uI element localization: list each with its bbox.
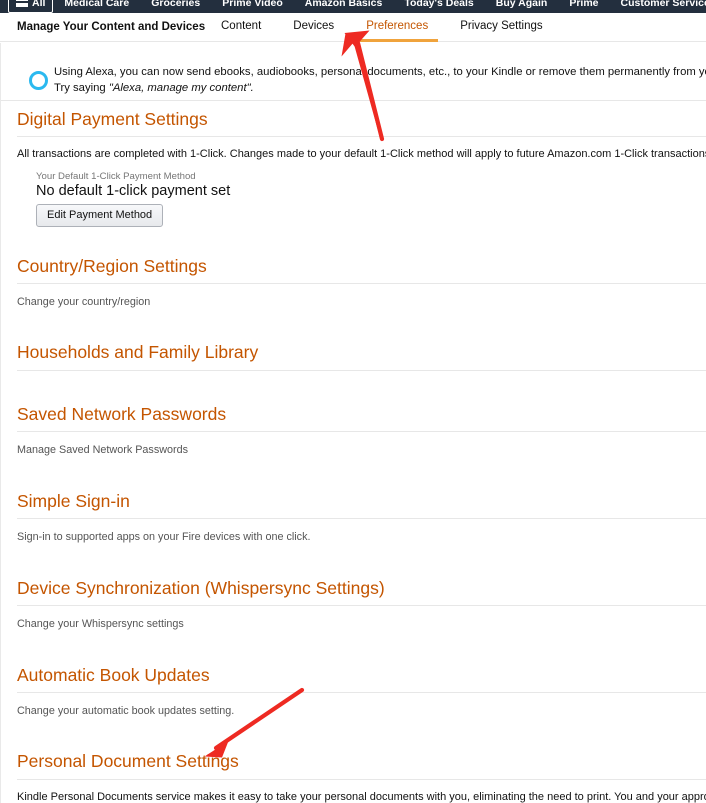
heading-simple-sign-in: Simple Sign-in [17,491,130,511]
alexa-banner-line-2-quote: "Alexa, manage my content". [108,81,254,94]
alexa-banner-line-1: Using Alexa, you can now send ebooks, au… [54,66,706,78]
global-navigation-bar: All Medical Care Groceries Prime Video A… [0,0,706,13]
tab-content[interactable]: Content [205,13,277,42]
description-digital-payment-settings: All transactions are completed with 1-Cl… [17,148,706,160]
rule-automatic-book-updates [17,692,706,693]
description-automatic-book-updates[interactable]: Change your automatic book updates setti… [17,705,234,717]
hamburger-menu-icon [16,0,28,7]
alexa-banner-line-2: Try saying "Alexa, manage my content". [54,81,706,97]
global-nav-link-todays-deals[interactable]: Today's Deals [393,0,484,13]
rule-simple-sign-in [17,518,706,519]
description-simple-sign-in[interactable]: Sign-in to supported apps on your Fire d… [17,531,310,543]
global-nav-link-medical-care[interactable]: Medical Care [53,0,140,13]
left-edge-rule [0,43,1,803]
manage-content-and-devices-page: All Medical Care Groceries Prime Video A… [0,0,706,803]
tab-preferences[interactable]: Preferences [350,13,444,42]
description-saved-network-passwords[interactable]: Manage Saved Network Passwords [17,444,188,456]
tab-privacy-settings[interactable]: Privacy Settings [444,13,558,42]
global-nav-link-buy-again[interactable]: Buy Again [485,0,559,13]
page-title: Manage Your Content and Devices [17,21,206,33]
heading-country-region-settings: Country/Region Settings [17,256,207,276]
heading-automatic-book-updates: Automatic Book Updates [17,665,210,685]
default-payment-method-label: Your Default 1-Click Payment Method [36,171,196,182]
heading-personal-document-settings: Personal Document Settings [17,751,239,771]
heading-digital-payment-settings: Digital Payment Settings [17,109,208,129]
edit-payment-method-button[interactable]: Edit Payment Method [36,204,164,227]
alexa-banner-text: Using Alexa, you can now send ebooks, au… [54,65,706,96]
heading-saved-network-passwords: Saved Network Passwords [17,404,227,424]
heading-households-and-family-library: Households and Family Library [17,342,259,362]
alexa-icon [29,71,48,90]
heading-device-synchronization: Device Synchronization (Whispersync Sett… [17,578,385,598]
global-nav-link-prime-video[interactable]: Prime Video [211,0,294,13]
all-menu-label: All [32,0,46,9]
global-nav-link-amazon-basics[interactable]: Amazon Basics [294,0,394,13]
rule-country-region-settings [17,283,706,284]
subnav-tab-list: Content Devices Preferences Privacy Sett… [205,13,559,42]
default-payment-method-block: Your Default 1-Click Payment Method No d… [36,171,230,227]
arrow-to-personal-document-settings [204,687,305,758]
all-menu-button[interactable]: All [8,0,54,13]
rule-households-and-family-library [17,370,706,371]
rule-saved-network-passwords [17,431,706,432]
alexa-banner-line-2-prefix: Try saying [54,81,109,94]
rule-device-synchronization [17,605,706,606]
description-personal-document-settings: Kindle Personal Documents service makes … [17,791,706,803]
description-device-synchronization[interactable]: Change your Whispersync settings [17,618,184,630]
global-nav-link-customer-service[interactable]: Customer Service [610,0,706,13]
description-country-region-settings[interactable]: Change your country/region [17,296,150,308]
rule-personal-document-settings [17,779,706,780]
global-nav-inner: All Medical Care Groceries Prime Video A… [0,0,706,13]
default-payment-method-value: No default 1-click payment set [36,183,231,199]
sub-navigation-bar: Manage Your Content and Devices Content … [0,13,706,42]
rule-digital-payment-settings [17,136,706,137]
global-nav-link-groceries[interactable]: Groceries [140,0,211,13]
tab-devices[interactable]: Devices [277,13,350,42]
global-nav-link-prime[interactable]: Prime [558,0,609,13]
